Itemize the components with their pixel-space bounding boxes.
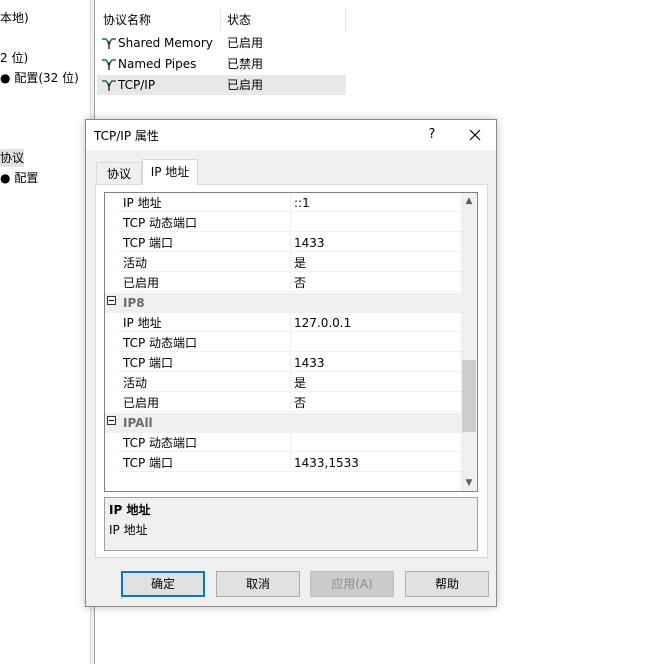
row-gutter [105, 233, 117, 253]
list-item-shared-memory[interactable]: Shared Memory 已启用 [97, 33, 346, 53]
tab-protocol[interactable]: 协议 [96, 162, 142, 184]
property-value[interactable]: 是 [292, 253, 461, 272]
property-row[interactable]: 活动是 [105, 253, 461, 273]
property-value[interactable] [292, 333, 461, 352]
property-row[interactable]: TCP 端口 1433 [105, 353, 461, 373]
tree-item-local[interactable]: 本地) [0, 9, 29, 27]
property-name: TCP 端口 [117, 233, 291, 252]
tree-bullet: ● [0, 171, 11, 185]
property-grid[interactable]: IP 地址::1 TCP 动态端口 TCP 端口 1433 活动是已启用否 IP8 IP 地… [104, 192, 478, 492]
left-tree-pane: 本地) 2 位) ● 配置(32 位) 协议 ● 配置 [0, 0, 91, 664]
property-value[interactable]: 否 [292, 393, 461, 412]
property-name: TCP 动态端口 [117, 213, 291, 232]
property-row[interactable]: 已启用否 [105, 393, 461, 413]
network-protocol-icon [102, 59, 116, 70]
close-icon [469, 129, 481, 141]
category-name: IPAll [123, 416, 153, 430]
property-value[interactable]: 1433 [292, 353, 461, 372]
network-protocol-icon [102, 38, 116, 49]
vertical-scrollbar[interactable]: ▲ ▼ [461, 193, 477, 491]
tab-panel: IP 地址::1 TCP 动态端口 TCP 端口 1433 活动是已启用否 IP8 IP 地… [95, 184, 488, 558]
row-gutter [105, 373, 117, 393]
row-gutter [105, 313, 117, 333]
property-name: 活动 [117, 253, 291, 272]
property-name: 已启用 [117, 393, 291, 412]
list-item-named-pipes[interactable]: Named Pipes 已禁用 [97, 54, 346, 74]
close-button[interactable] [464, 124, 486, 146]
help-button[interactable]: 帮助 [405, 571, 489, 597]
property-name: TCP 端口 [117, 453, 291, 472]
property-name: IP 地址 [117, 193, 291, 212]
tree-item-32bit[interactable]: 2 位) [0, 49, 28, 67]
property-name: IP 地址 [117, 313, 291, 332]
property-name: TCP 动态端口 [117, 333, 291, 352]
column-header-state[interactable]: 状态 [221, 9, 346, 31]
scroll-up-arrow-icon[interactable]: ▲ [461, 193, 477, 209]
property-row[interactable]: TCP 端口 1433 [105, 233, 461, 253]
row-gutter [105, 213, 117, 233]
row-gutter [105, 333, 117, 353]
list-item-tcp-ip[interactable]: TCP/IP 已启用 [97, 75, 346, 95]
property-row[interactable]: TCP 动态端口 [105, 333, 461, 353]
property-value[interactable] [292, 433, 461, 452]
property-value[interactable]: 1433 [292, 233, 461, 252]
property-row[interactable]: IP 地址 127.0.0.1 [105, 313, 461, 333]
property-name: 活动 [117, 373, 291, 392]
help-question-button[interactable]: ? [422, 125, 442, 145]
column-header-protocol-name[interactable]: 协议名称 [97, 9, 221, 31]
property-row[interactable]: TCP 动态端口 [105, 433, 461, 453]
ok-button[interactable]: 确定 [121, 571, 205, 597]
dialog-titlebar[interactable]: TCP/IP 属性 ? [86, 120, 496, 150]
property-category-row[interactable]: IP8 [105, 293, 461, 313]
network-protocol-icon [102, 80, 116, 91]
property-value[interactable]: 127.0.0.1 [292, 313, 461, 332]
row-gutter [105, 353, 117, 373]
property-row[interactable]: 活动是 [105, 373, 461, 393]
property-value[interactable]: 1433,1533 [292, 453, 461, 472]
collapse-minus-icon[interactable] [107, 416, 116, 425]
row-gutter [105, 433, 117, 453]
property-value[interactable]: 否 [292, 273, 461, 292]
property-value[interactable]: ::1 [292, 193, 461, 212]
property-name: TCP 端口 [117, 353, 291, 372]
property-row[interactable]: TCP 动态端口 [105, 213, 461, 233]
tab-ip-addresses[interactable]: IP 地址 [142, 159, 198, 185]
tree-item-protocols[interactable]: 协议 [0, 149, 24, 167]
row-gutter [105, 453, 117, 473]
property-row[interactable]: 已启用否 [105, 273, 461, 293]
description-title: IP 地址 [109, 503, 151, 517]
description-pane: IP 地址 IP 地址 [104, 497, 478, 551]
apply-button[interactable]: 应用(A) [310, 571, 394, 597]
tree-item-config-32bit[interactable]: ● 配置(32 位) [0, 69, 79, 87]
row-gutter [105, 193, 117, 213]
property-row[interactable]: IP 地址::1 [105, 193, 461, 213]
collapse-minus-icon[interactable] [107, 296, 116, 305]
tree-bullet: ● [0, 71, 11, 85]
property-value[interactable] [292, 213, 461, 232]
row-gutter [105, 273, 117, 293]
property-row[interactable]: TCP 端口 1433,1533 [105, 453, 461, 473]
category-name: IP8 [123, 296, 145, 310]
dialog-title: TCP/IP 属性 [94, 129, 159, 143]
property-value[interactable]: 是 [292, 373, 461, 392]
tree-item-config[interactable]: ● 配置 [0, 169, 38, 187]
row-gutter [105, 393, 117, 413]
scroll-down-arrow-icon[interactable]: ▼ [461, 475, 477, 491]
property-name: TCP 动态端口 [117, 433, 291, 452]
property-name: 已启用 [117, 273, 291, 292]
property-category-row[interactable]: IPAll [105, 413, 461, 433]
scroll-thumb[interactable] [462, 360, 476, 433]
cancel-button[interactable]: 取消 [216, 571, 300, 597]
description-text: IP 地址 [109, 523, 148, 537]
row-gutter [105, 253, 117, 273]
tcpip-properties-dialog: TCP/IP 属性 ? 协议 IP 地址 IP 地址::1 TCP 动态端口 TCP… [85, 119, 497, 607]
